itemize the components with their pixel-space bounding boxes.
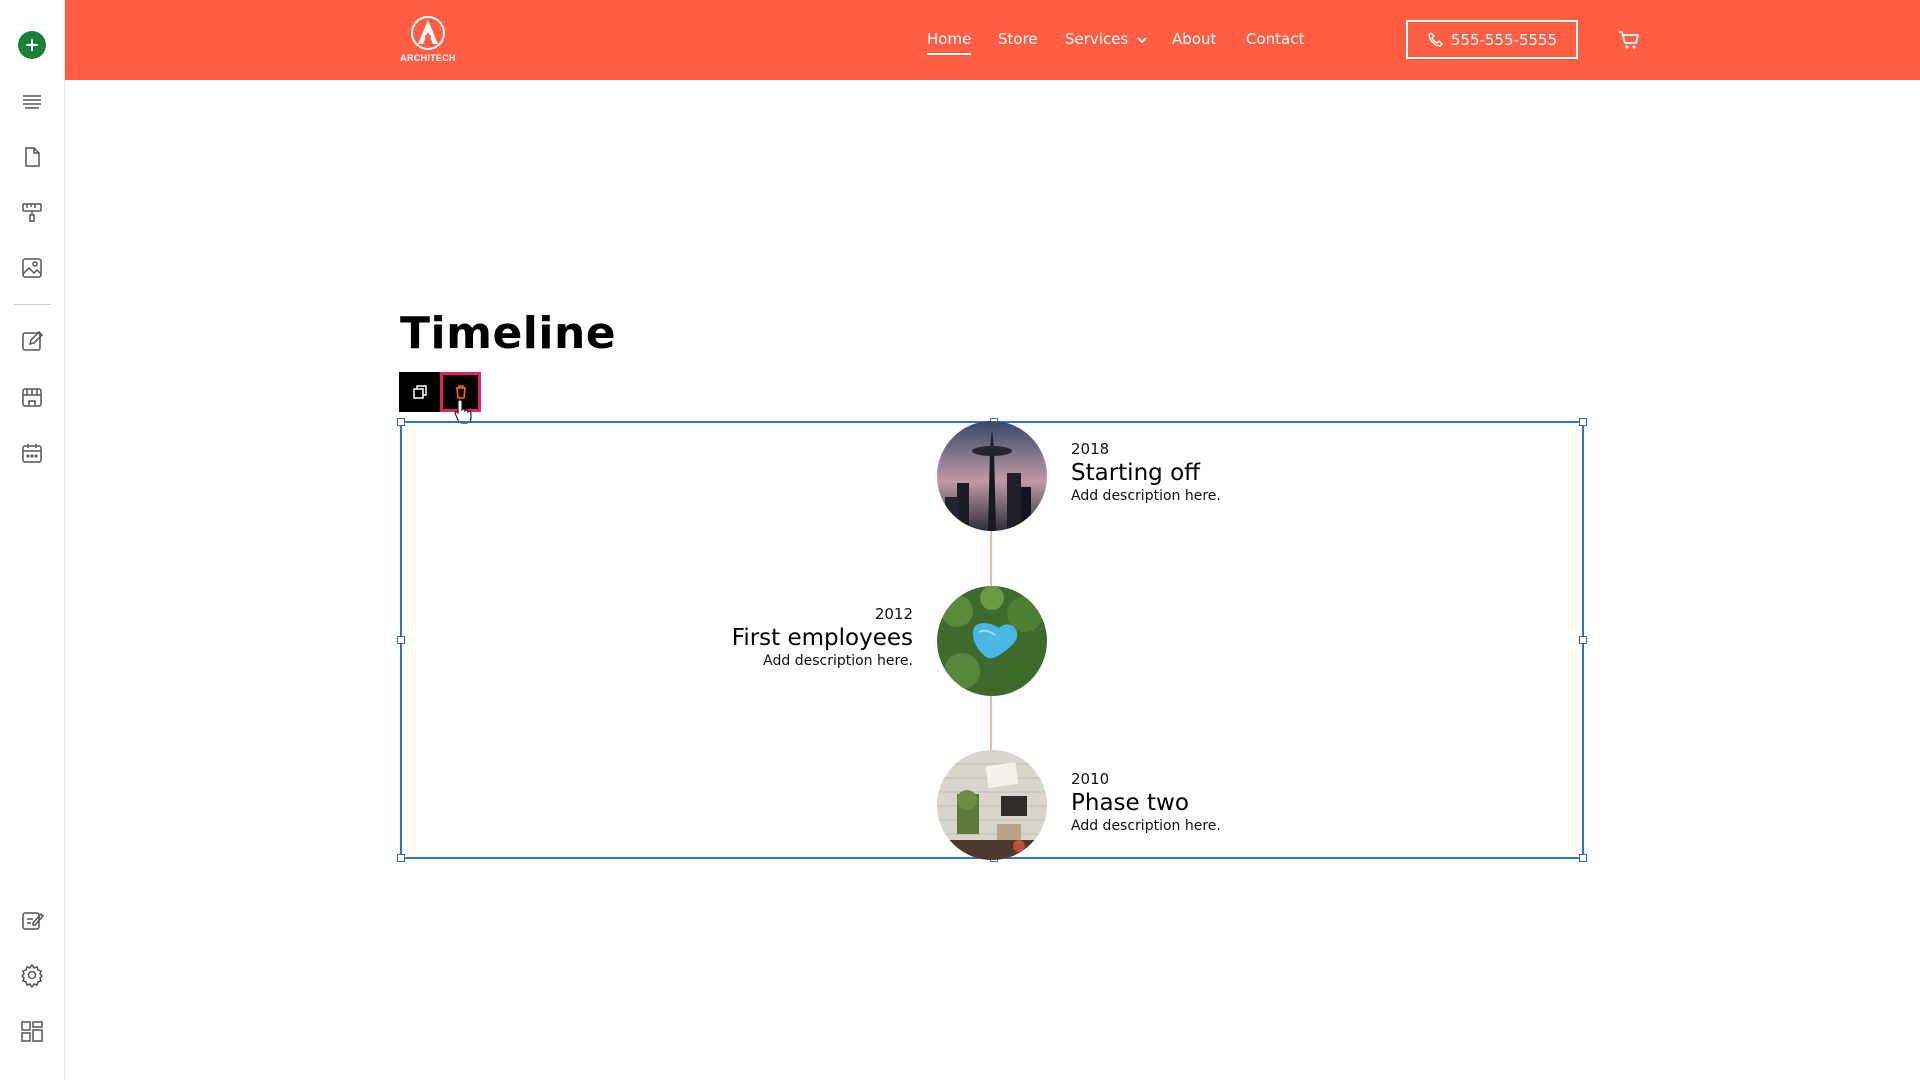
timeline-title[interactable]: Starting off [1071,460,1221,486]
timeline-year[interactable]: 2010 [1071,770,1221,788]
timeline-year[interactable]: 2012 [732,605,913,623]
resize-handle[interactable] [397,636,405,644]
logo-text: ARCHITECH [400,53,456,63]
timeline-item: 2012 First employees Add description her… [732,605,913,669]
timeline-year[interactable]: 2018 [1071,440,1221,458]
editor-sidebar [0,0,65,1080]
layout-icon[interactable] [16,1015,48,1047]
theme-paint-icon[interactable] [16,196,48,228]
site-header: ARCHITECH Home Store Services About Cont… [65,0,1920,80]
resize-handle[interactable] [397,418,405,426]
phone-button[interactable]: 555-555-5555 [1406,20,1578,59]
nav-services[interactable]: Services [1065,30,1147,48]
timeline-title[interactable]: First employees [732,625,913,651]
nav-home[interactable]: Home [927,30,972,55]
layers-icon[interactable] [16,85,48,117]
phone-number: 555-555-5555 [1450,30,1558,49]
chevron-down-icon [1137,36,1147,43]
page-title[interactable]: Timeline [400,308,616,359]
nav-about[interactable]: About [1172,30,1216,48]
desk-flatlay-photo[interactable] [937,750,1047,860]
pool-aerial-photo[interactable] [937,586,1047,696]
timeline-description[interactable]: Add description here. [1071,488,1221,504]
sidebar-divider [14,304,51,305]
timeline-item: 2018 Starting off Add description here. [1071,440,1221,504]
timeline-title[interactable]: Phase two [1071,790,1221,816]
timeline-item: 2010 Phase two Add description here. [1071,770,1221,834]
phone-icon [1428,31,1443,47]
resize-handle[interactable] [1579,636,1587,644]
cart-icon[interactable] [1617,28,1641,52]
site-edit-icon[interactable] [16,904,48,936]
calendar-icon[interactable] [16,437,48,469]
duplicate-button[interactable] [399,372,440,412]
architech-logo-icon [411,16,445,50]
edit-icon[interactable] [16,325,48,357]
nav-contact[interactable]: Contact [1246,30,1304,48]
resize-handle[interactable] [397,854,405,862]
image-icon[interactable] [16,252,48,284]
timeline-description[interactable]: Add description here. [732,653,913,669]
nav-store[interactable]: Store [998,30,1038,48]
space-needle-photo[interactable] [937,421,1047,531]
timeline-description[interactable]: Add description here. [1071,818,1221,834]
store-icon[interactable] [16,381,48,413]
settings-icon[interactable] [16,959,48,991]
duplicate-icon [412,385,427,399]
site-logo[interactable]: ARCHITECH [398,14,458,66]
add-icon[interactable] [18,31,46,59]
nav-services-label: Services [1065,30,1129,48]
page-icon[interactable] [16,141,48,173]
resize-handle[interactable] [1579,854,1587,862]
resize-handle[interactable] [1579,418,1587,426]
